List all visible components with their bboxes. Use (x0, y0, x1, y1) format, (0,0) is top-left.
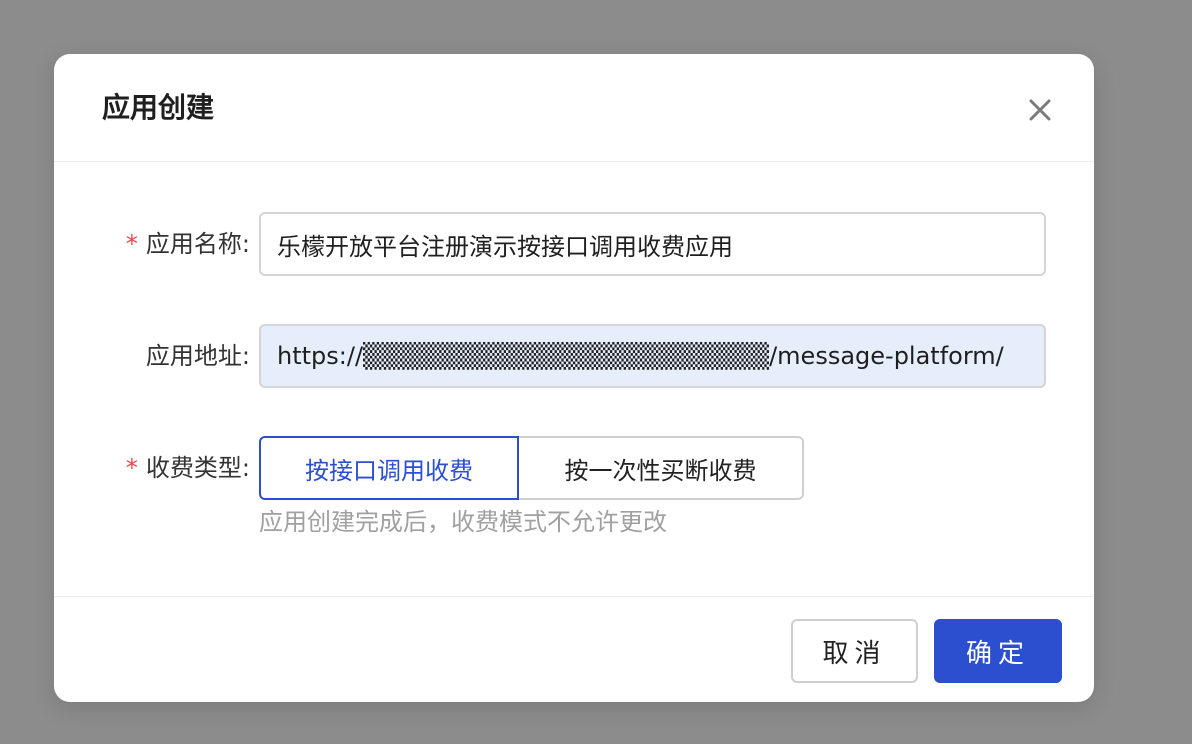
cancel-button[interactable]: 取消 (791, 619, 918, 683)
billing-option-per-call[interactable]: 按接口调用收费 (259, 436, 519, 500)
app-name-label: * 应用名称: (125, 230, 250, 258)
app-name-input[interactable] (259, 212, 1046, 276)
close-button[interactable] (1022, 92, 1058, 128)
app-url-input[interactable] (259, 324, 1046, 388)
billing-type-selector: 按接口调用收费 按一次性买断收费 (259, 436, 804, 500)
dialog-title: 应用创建 (102, 91, 215, 124)
dialog-footer: 取消 确定 (54, 596, 1094, 702)
billing-type-label: * 收费类型: (125, 454, 250, 482)
required-mark: * (125, 454, 138, 482)
app-url-label: 应用地址: (145, 342, 250, 370)
confirm-button[interactable]: 确定 (934, 619, 1062, 683)
billing-hint-text: 应用创建完成后，收费模式不允许更改 (259, 508, 667, 536)
required-mark: * (125, 230, 138, 258)
dialog-header: 应用创建 (54, 54, 1094, 162)
close-icon (1029, 99, 1051, 121)
billing-option-buyout[interactable]: 按一次性买断收费 (517, 436, 804, 500)
create-app-dialog: 应用创建 *应用名称: 应用地址: *收费类型: 按接口调用收费 按一次性买断收… (54, 54, 1094, 702)
